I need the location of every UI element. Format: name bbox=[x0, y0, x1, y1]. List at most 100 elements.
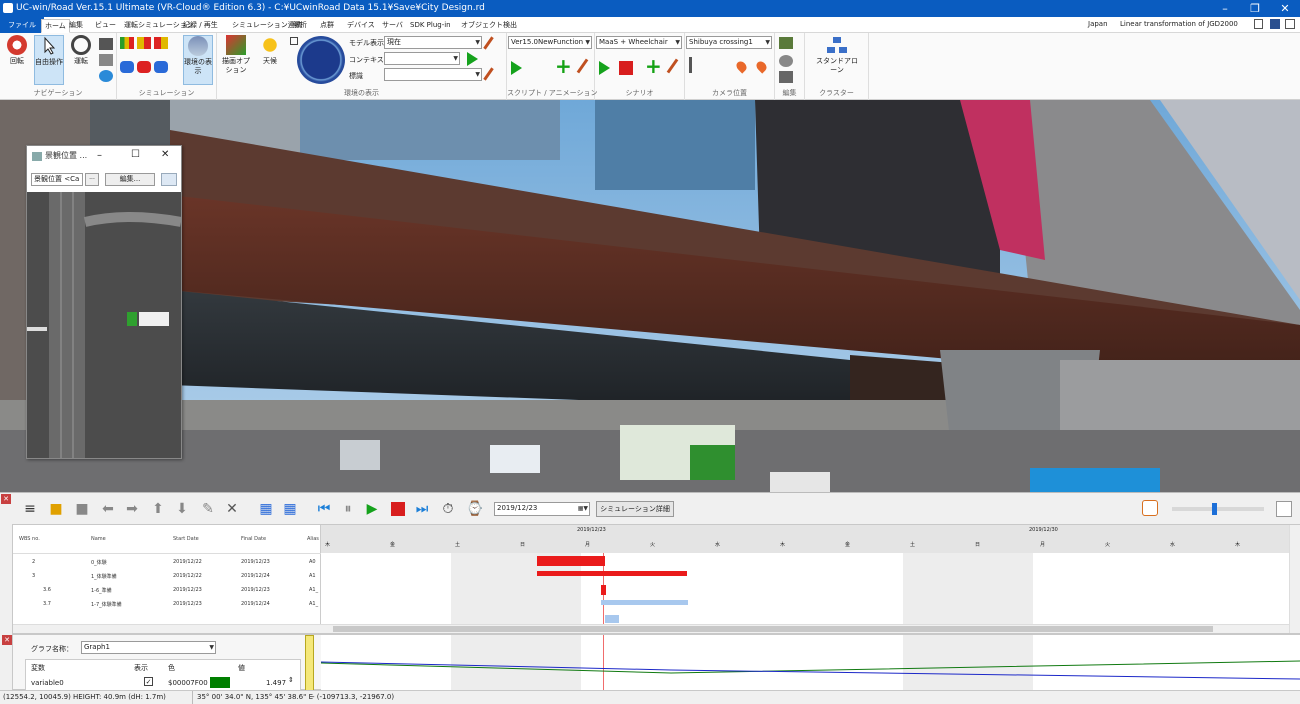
scenario-edit-icon[interactable] bbox=[666, 58, 679, 74]
calendar-icon[interactable]: ▦ bbox=[282, 501, 298, 517]
play-icon[interactable]: ▶ bbox=[364, 501, 380, 517]
recorder-icon[interactable]: ⌚ bbox=[466, 501, 483, 517]
camera-pin-add-icon[interactable] bbox=[734, 59, 749, 74]
free-navigation-button[interactable]: 自由操作 bbox=[34, 35, 64, 85]
3d-viewport[interactable] bbox=[0, 100, 1300, 492]
mapwin-close[interactable]: ✕ bbox=[161, 149, 169, 160]
skip-forward-icon[interactable]: ⏭ bbox=[414, 501, 430, 517]
gear-icon[interactable] bbox=[99, 70, 113, 82]
delete-task-icon[interactable]: ✕ bbox=[224, 501, 240, 517]
pencil-icon-1[interactable] bbox=[483, 36, 494, 50]
sim-details-button[interactable]: シミュレーション詳細 bbox=[596, 501, 674, 517]
mapwin-minimize[interactable]: – bbox=[97, 150, 102, 161]
help-icon[interactable] bbox=[1254, 19, 1263, 29]
table-row[interactable]: 3.7 1-7_体験準備 2019/12/23 2019/12/24 A1_ bbox=[13, 597, 321, 611]
table-row[interactable]: 3.6 1-6_準備 2019/12/23 2019/12/23 A1_ bbox=[13, 583, 321, 597]
car-icon-1[interactable] bbox=[120, 61, 134, 73]
mapwin-maximize[interactable]: ☐ bbox=[131, 149, 140, 160]
mini-map[interactable] bbox=[27, 192, 182, 458]
minimize-button[interactable]: – bbox=[1210, 0, 1240, 17]
table-row[interactable]: 2 0_体験 2019/12/22 2019/12/23 A0 bbox=[13, 555, 321, 569]
skip-back-icon[interactable]: ⏮ bbox=[316, 501, 332, 517]
close-button[interactable]: ✕ bbox=[1270, 0, 1300, 17]
model-display-select[interactable]: 現在 ▼ bbox=[384, 36, 482, 49]
tab-file[interactable]: ファイル bbox=[0, 17, 44, 33]
task-bar-blue[interactable] bbox=[605, 615, 619, 623]
mapwin-edit-button[interactable]: 編集... bbox=[105, 173, 155, 186]
standalone-button[interactable]: スタンドアローン bbox=[813, 35, 861, 85]
script-select[interactable]: Ver15.0NewFunction ▼ bbox=[508, 36, 592, 49]
signal-icon-3[interactable] bbox=[154, 37, 168, 49]
date-picker[interactable]: 2019/12/23 ▦▼ bbox=[494, 502, 590, 516]
close-graph-icon[interactable]: ✕ bbox=[2, 635, 12, 645]
car-icon-3[interactable] bbox=[154, 61, 168, 73]
weather-button[interactable]: 天候 bbox=[257, 35, 283, 85]
walk-icon[interactable] bbox=[99, 54, 113, 66]
mapwin-dots-button[interactable]: ... bbox=[85, 173, 99, 186]
menu-icon[interactable]: ≡ bbox=[22, 501, 38, 517]
table-row[interactable]: 3 1_体験準備 2019/12/22 2019/12/24 A1 bbox=[13, 569, 321, 583]
summary-bar[interactable] bbox=[537, 571, 687, 576]
summary-bar-blue[interactable] bbox=[601, 600, 688, 605]
scenario-play-icon[interactable] bbox=[599, 61, 610, 75]
signal-icon-2[interactable] bbox=[137, 37, 151, 49]
script-add-icon[interactable]: + bbox=[555, 56, 572, 76]
gantt-hscroll-thumb[interactable] bbox=[333, 626, 1213, 632]
camera-pin-edit-icon[interactable] bbox=[754, 59, 769, 74]
tab-edit[interactable]: 編集 bbox=[66, 19, 86, 33]
gantt-timeline[interactable]: 2019/12/23 2019/12/30 木 金 土 日 月 火 水 木 金 土 日 月 火 水 木 bbox=[321, 525, 1289, 624]
camera-select[interactable]: Shibuya crossing1 ▼ bbox=[686, 36, 772, 49]
clock-icon[interactable] bbox=[297, 36, 345, 84]
script-play-icon[interactable] bbox=[511, 61, 522, 75]
stop-icon[interactable] bbox=[391, 502, 405, 516]
export-icon[interactable] bbox=[1285, 19, 1295, 29]
zoom-slider[interactable] bbox=[1172, 507, 1264, 511]
pin-icon[interactable] bbox=[161, 173, 177, 186]
camera-marker-icon[interactable] bbox=[689, 57, 700, 73]
variable-color-swatch[interactable] bbox=[210, 677, 230, 688]
env-checkbox[interactable] bbox=[290, 37, 298, 45]
gantt-vscroll[interactable] bbox=[1289, 525, 1300, 633]
table-row[interactable]: variable0 ✓ $00007F00 1.497 ⇕ bbox=[26, 675, 300, 691]
add-subtask-icon[interactable]: ■ bbox=[74, 501, 90, 517]
scenario-add-icon[interactable]: + bbox=[645, 56, 662, 76]
scenario-select[interactable]: MaaS + Wheelchair ▼ bbox=[596, 36, 682, 49]
tab-record[interactable]: 記録 / 再生 bbox=[180, 19, 221, 33]
pencil-icon-2[interactable] bbox=[483, 67, 494, 81]
tab-sdk[interactable]: SDK Plug-in bbox=[407, 19, 454, 33]
camera-icon[interactable] bbox=[99, 38, 113, 50]
stopwatch-icon[interactable]: ⏱ bbox=[440, 501, 456, 517]
car-icon-2[interactable] bbox=[137, 61, 151, 73]
arrow-left-icon[interactable]: ⬅ bbox=[100, 501, 116, 517]
rotate-button[interactable]: 回転 bbox=[4, 35, 30, 85]
add-task-icon[interactable]: ■ bbox=[48, 501, 64, 517]
draw-options-button[interactable]: 描画オプション bbox=[221, 35, 251, 85]
env-display-button[interactable]: 環境の表示 bbox=[183, 35, 213, 85]
tab-pointcloud[interactable]: 点群 bbox=[317, 19, 337, 33]
graph-plot[interactable] bbox=[321, 635, 1300, 690]
milestone-bar[interactable] bbox=[601, 585, 606, 595]
refresh-icon[interactable] bbox=[1142, 500, 1158, 516]
pause-icon[interactable]: ⏸ bbox=[340, 501, 356, 517]
task-bar[interactable] bbox=[537, 556, 605, 566]
drive-button[interactable]: 運転 bbox=[68, 35, 94, 85]
tab-view[interactable]: ビュー bbox=[92, 19, 119, 33]
gantt-hscroll[interactable] bbox=[13, 624, 1289, 633]
edit-task-icon[interactable]: ✎ bbox=[200, 501, 216, 517]
variable-visible-checkbox[interactable]: ✓ bbox=[144, 677, 153, 686]
scenario-stop-icon[interactable] bbox=[619, 61, 633, 75]
tab-object-detect[interactable]: オブジェクト検出 bbox=[458, 19, 520, 33]
arrow-down-icon[interactable]: ⬇ bbox=[174, 501, 190, 517]
arrow-right-icon[interactable]: ➡ bbox=[124, 501, 140, 517]
signal-icon-1[interactable] bbox=[120, 37, 134, 49]
script-edit-icon[interactable] bbox=[576, 58, 589, 74]
context-select[interactable]: ▼ bbox=[384, 52, 460, 65]
edit-icon-3[interactable] bbox=[779, 71, 793, 83]
maximize-button[interactable]: ❐ bbox=[1240, 0, 1270, 17]
edit-icon-2[interactable] bbox=[779, 55, 793, 67]
zoom-slider-thumb[interactable] bbox=[1212, 503, 1217, 515]
calendar-sync-icon[interactable]: ▦ bbox=[258, 501, 274, 517]
edit-icon-1[interactable] bbox=[779, 37, 793, 49]
close-panel-icon[interactable]: ✕ bbox=[1, 494, 11, 504]
mapwin-select[interactable]: 景観位置 <Ca bbox=[31, 173, 83, 186]
